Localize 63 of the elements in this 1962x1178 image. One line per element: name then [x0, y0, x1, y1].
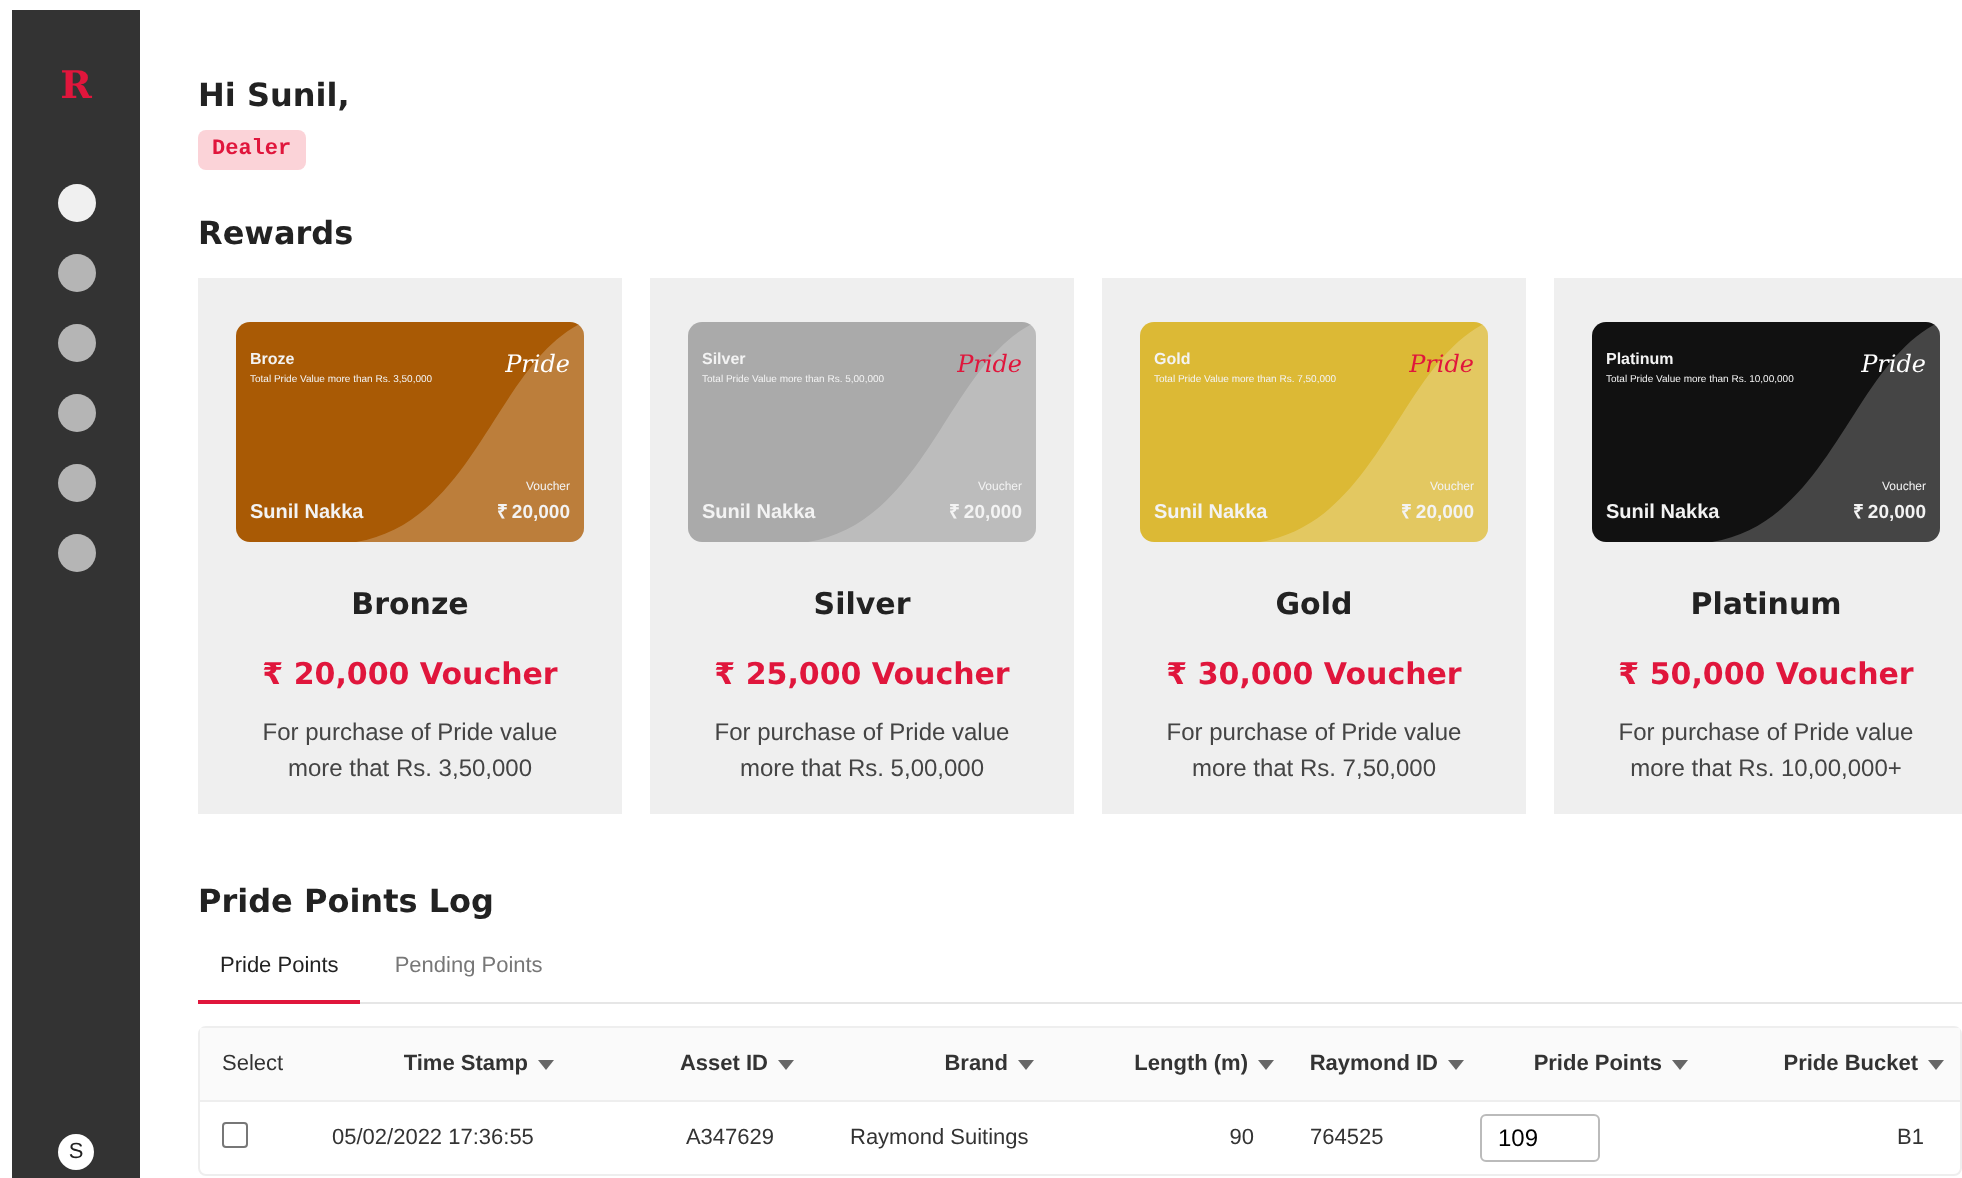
card-amount: ₹ 20,000	[1852, 500, 1926, 524]
column-header[interactable]: Brand	[944, 1052, 1008, 1076]
card-amount: ₹ 20,000	[496, 500, 570, 524]
tier-description: For purchase of Pride value more that Rs. 5,00,000	[712, 716, 1012, 786]
column-header[interactable]: Pride Bucket	[1783, 1052, 1918, 1076]
user-avatar[interactable]: S	[58, 1134, 94, 1170]
card-amount: ₹ 20,000	[1400, 500, 1474, 524]
tier-name: Platinum	[1690, 586, 1842, 622]
sort-caret-icon[interactable]	[1928, 1059, 1944, 1069]
column-header: Select	[222, 1052, 284, 1076]
card-holder: Sunil Nakka	[250, 502, 364, 524]
sort-caret-icon[interactable]	[538, 1059, 554, 1069]
column-header[interactable]: Pride Points	[1533, 1052, 1662, 1076]
tier-label: Platinum	[1606, 350, 1676, 368]
table-cell: Raymond Suitings	[850, 1126, 1029, 1150]
voucher-amount: ₹ 30,000 Voucher	[1166, 656, 1462, 692]
card-holder: Sunil Nakka	[702, 502, 816, 524]
row-checkbox[interactable]	[222, 1122, 248, 1148]
nav-item[interactable]	[57, 534, 95, 572]
section-title: Rewards	[198, 214, 356, 252]
table-cell: 05/02/2022 17:36:55	[332, 1126, 534, 1150]
tier-label: Gold	[1154, 350, 1193, 368]
sort-caret-icon[interactable]	[1672, 1059, 1688, 1069]
nav-item[interactable]	[57, 254, 95, 292]
sort-caret-icon[interactable]	[1258, 1059, 1274, 1069]
voucher-amount: ₹ 20,000 Voucher	[262, 656, 558, 692]
column-header[interactable]: Time Stamp	[403, 1052, 528, 1076]
brand-logo: Pride	[505, 350, 570, 382]
tab[interactable]: Pending Points	[372, 944, 565, 1004]
nav-item[interactable]	[57, 184, 95, 222]
sort-caret-icon[interactable]	[778, 1059, 794, 1069]
brand-logo: Pride	[1409, 350, 1474, 382]
column-header[interactable]: Asset ID	[679, 1052, 768, 1076]
section-title: Pride Points Log	[198, 882, 496, 920]
brand-logo: Pride	[1861, 350, 1926, 382]
tier-description: For purchase of Pride value more that Rs. 7,50,000	[1164, 716, 1464, 786]
nav-item[interactable]	[57, 324, 95, 362]
tab[interactable]: Pride Points	[198, 944, 361, 1004]
tier-description: For purchase of Pride value more that Rs. 10,00,000+	[1616, 716, 1916, 786]
table-cell: A347629	[685, 1126, 774, 1150]
table-cell: B1	[1897, 1126, 1924, 1150]
nav-item[interactable]	[57, 394, 95, 432]
table-cell: 764525	[1310, 1126, 1384, 1150]
card-holder: Sunil Nakka	[1154, 502, 1268, 524]
voucher-amount: ₹ 25,000 Voucher	[714, 656, 1010, 692]
tier-name: Silver	[813, 586, 911, 622]
greeting: Hi Sunil,	[198, 76, 352, 114]
tier-description: For purchase of Pride value more that Rs. 3,50,000	[260, 716, 560, 786]
tier-label: Silver	[702, 350, 748, 368]
column-header[interactable]: Length (m)	[1134, 1052, 1248, 1076]
nav-item[interactable]	[57, 464, 95, 502]
tier-name: Gold	[1275, 586, 1353, 622]
points-input[interactable]: 109	[1480, 1114, 1600, 1162]
card-holder: Sunil Nakka	[1606, 502, 1720, 524]
tier-name: Bronze	[351, 586, 469, 622]
voucher-amount: ₹ 50,000 Voucher	[1618, 656, 1914, 692]
column-header[interactable]: Raymond ID	[1309, 1052, 1438, 1076]
tier-label: Broze	[250, 350, 297, 368]
brand-logo: Pride	[957, 350, 1022, 382]
sort-caret-icon[interactable]	[1018, 1059, 1034, 1069]
role-badge: Dealer	[198, 130, 306, 170]
table-cell: 90	[1229, 1126, 1254, 1150]
sort-caret-icon[interactable]	[1448, 1059, 1464, 1069]
